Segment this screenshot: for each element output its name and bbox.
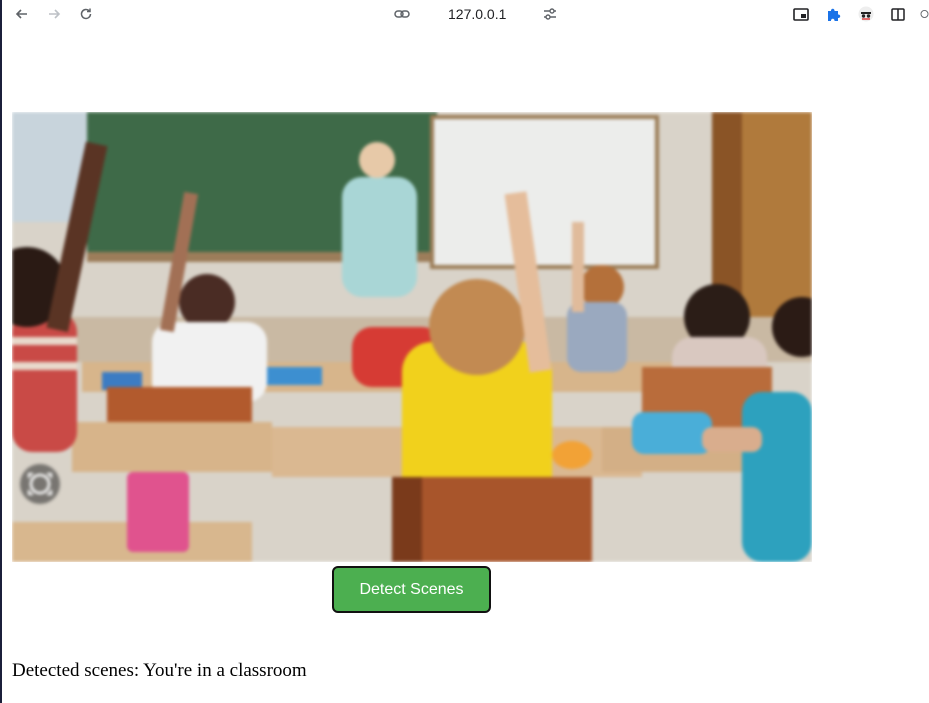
window-edge — [0, 0, 2, 703]
puzzle-icon[interactable] — [824, 5, 842, 23]
arrow-left-icon[interactable] — [13, 5, 31, 23]
tune-icon[interactable] — [541, 5, 559, 23]
picture-in-picture-icon[interactable] — [792, 5, 810, 23]
browser-toolbar: 127.0.0.1 — [2, 0, 929, 28]
classroom-photo — [12, 112, 812, 562]
camera-icon[interactable] — [18, 462, 62, 506]
menu-icon[interactable] — [920, 5, 929, 23]
link-icon[interactable] — [393, 5, 411, 23]
arrow-right-icon[interactable] — [45, 5, 63, 23]
reload-icon[interactable] — [77, 5, 95, 23]
detect-scenes-button[interactable]: Detect Scenes — [332, 566, 491, 613]
address-bar-url[interactable]: 127.0.0.1 — [448, 5, 506, 23]
profile-icon[interactable] — [857, 5, 875, 23]
detection-result-text: Detected scenes: You're in a classroom — [12, 660, 307, 681]
side-panel-icon[interactable] — [889, 5, 907, 23]
